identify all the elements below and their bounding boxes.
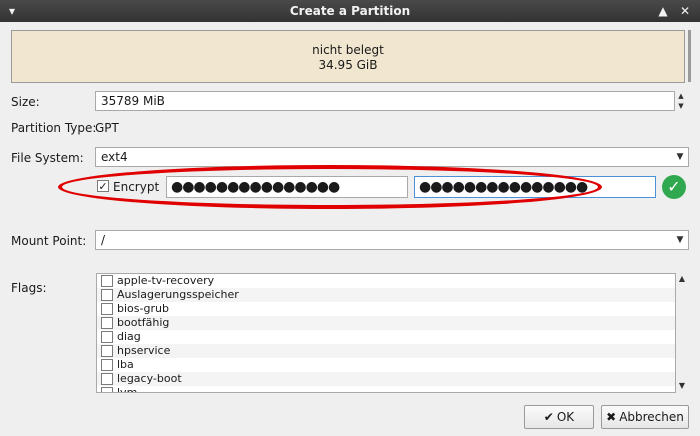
flag-checkbox[interactable]	[101, 359, 113, 371]
cancel-icon: ✖	[606, 410, 617, 424]
list-item[interactable]: lba	[97, 358, 675, 372]
flag-checkbox[interactable]	[101, 317, 113, 329]
partition-type-label: Partition Type:	[11, 121, 97, 135]
partition-preview-label: nicht belegt	[312, 43, 384, 57]
window-title: Create a Partition	[289, 4, 411, 18]
flag-checkbox[interactable]	[101, 387, 113, 392]
flag-checkbox[interactable]	[101, 331, 113, 343]
mount-point-label: Mount Point:	[11, 234, 87, 248]
spin-down-icon[interactable]: ▼	[674, 101, 688, 111]
flag-checkbox[interactable]	[101, 289, 113, 301]
scroll-up-icon[interactable]: ▲	[676, 274, 688, 283]
partition-type-value: GPT	[95, 121, 119, 135]
flag-checkbox[interactable]	[101, 303, 113, 315]
file-system-select[interactable]: ext4	[95, 147, 689, 167]
ok-button[interactable]: ✔ OK	[524, 405, 594, 429]
flags-scrollbar[interactable]: ▲ ▼	[676, 273, 688, 393]
flags-label: Flags:	[11, 281, 47, 295]
flags-list[interactable]: apple-tv-recovery Auslagerungsspeicher b…	[96, 273, 676, 393]
list-item[interactable]: lvm	[97, 386, 675, 392]
flag-checkbox[interactable]	[101, 373, 113, 385]
password-confirm-input[interactable]: ●●●●●●●●●●●●●●●	[414, 176, 656, 198]
list-item[interactable]: bios-grub	[97, 302, 675, 316]
cancel-button[interactable]: ✖ Abbrechen	[601, 405, 689, 429]
list-item[interactable]: apple-tv-recovery	[97, 274, 675, 288]
password-input[interactable]: ●●●●●●●●●●●●●●●	[166, 176, 408, 198]
chevron-down-icon[interactable]: ▼	[672, 148, 688, 166]
flag-checkbox[interactable]	[101, 275, 113, 287]
window-titlebar: ▾ Create a Partition ▲ ✕	[0, 0, 700, 22]
spin-up-icon[interactable]: ▲	[674, 91, 688, 101]
preview-scrollbar[interactable]	[688, 30, 691, 82]
partition-preview: nicht belegt 34.95 GiB	[11, 30, 685, 83]
list-item[interactable]: legacy-boot	[97, 372, 675, 386]
encrypt-label: Encrypt	[113, 180, 160, 194]
size-input[interactable]: 35789 MiB	[95, 91, 675, 111]
thumbs-up-icon: ✔	[543, 410, 554, 424]
size-spinner[interactable]: ▲ ▼	[674, 91, 688, 111]
mount-point-combobox[interactable]: /	[95, 230, 689, 250]
scroll-down-icon[interactable]: ▼	[676, 381, 688, 390]
list-item[interactable]: bootfähig	[97, 316, 675, 330]
list-item[interactable]: hpservice	[97, 344, 675, 358]
flag-checkbox[interactable]	[101, 345, 113, 357]
chevron-down-icon[interactable]: ▼	[672, 231, 688, 249]
file-system-label: File System:	[11, 151, 84, 165]
list-item[interactable]: diag	[97, 330, 675, 344]
list-item[interactable]: Auslagerungsspeicher	[97, 288, 675, 302]
close-icon[interactable]: ✕	[677, 3, 693, 19]
encrypt-checkbox[interactable]: ✓	[97, 180, 109, 193]
keep-above-icon[interactable]: ▲	[655, 3, 671, 19]
password-match-icon: ✓	[662, 175, 686, 199]
partition-preview-size: 34.95 GiB	[318, 58, 378, 72]
size-label: Size:	[11, 95, 40, 109]
